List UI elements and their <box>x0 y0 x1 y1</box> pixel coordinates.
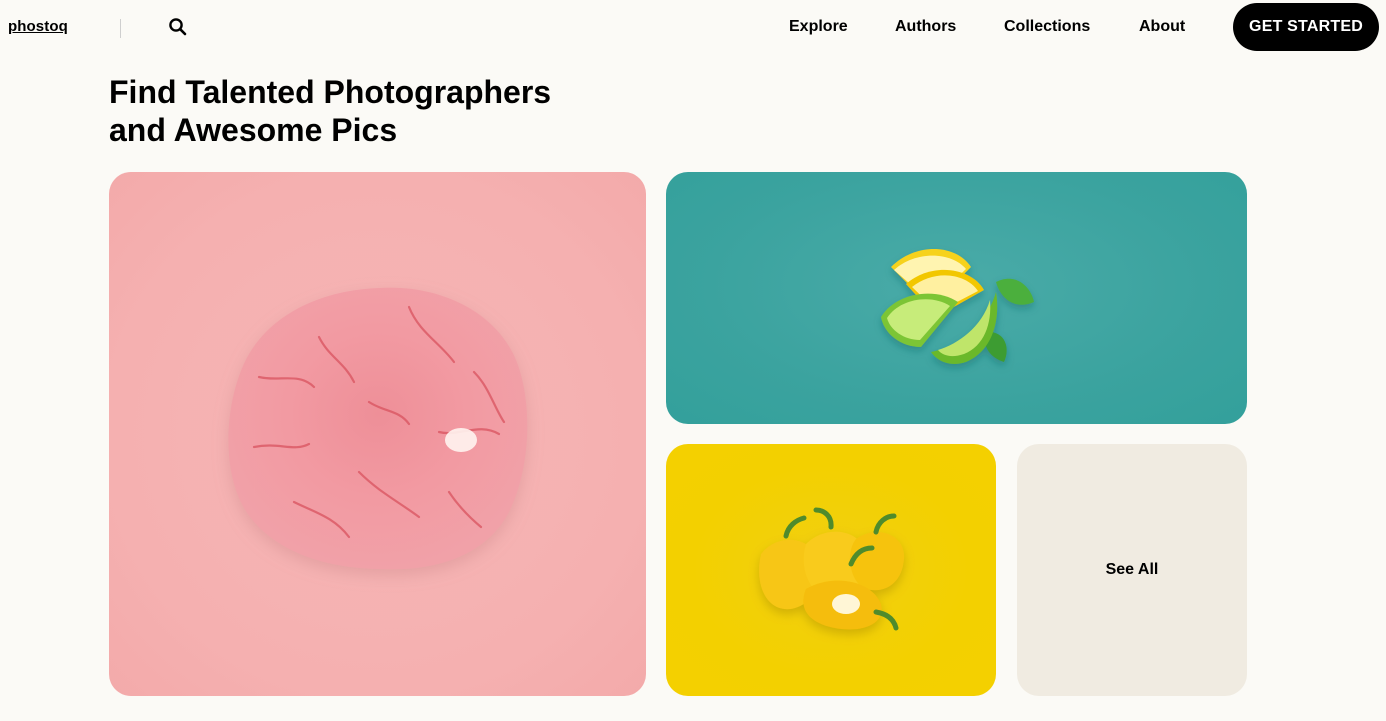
photo-card-citrus[interactable] <box>666 172 1247 424</box>
see-all-card[interactable]: See All <box>1017 444 1247 696</box>
header-divider <box>120 19 121 38</box>
top-navbar: phostoq Explore Authors Collections Abou… <box>0 0 1386 56</box>
nav-authors[interactable]: Authors <box>895 18 956 36</box>
nav-explore[interactable]: Explore <box>789 18 848 36</box>
cookie-image <box>228 287 528 570</box>
photo-card-peppers[interactable] <box>666 444 996 696</box>
nav-about[interactable]: About <box>1139 18 1185 36</box>
search-icon[interactable] <box>168 17 188 37</box>
logo-link[interactable]: phostoq <box>8 18 68 35</box>
page-title-line-1: Find Talented Photographers <box>109 74 552 110</box>
citrus-image <box>881 248 1034 364</box>
nav-collections[interactable]: Collections <box>1004 18 1090 36</box>
photo-card-cookie[interactable] <box>109 172 646 696</box>
peppers-image <box>759 507 905 631</box>
page-title-line-2: and Awesome Pics <box>109 112 398 148</box>
see-all-label: See All <box>1105 561 1159 578</box>
page-title: Find Talented Photographers and Awesome … <box>109 73 629 149</box>
get-started-button[interactable]: GET STARTED <box>1233 3 1379 51</box>
